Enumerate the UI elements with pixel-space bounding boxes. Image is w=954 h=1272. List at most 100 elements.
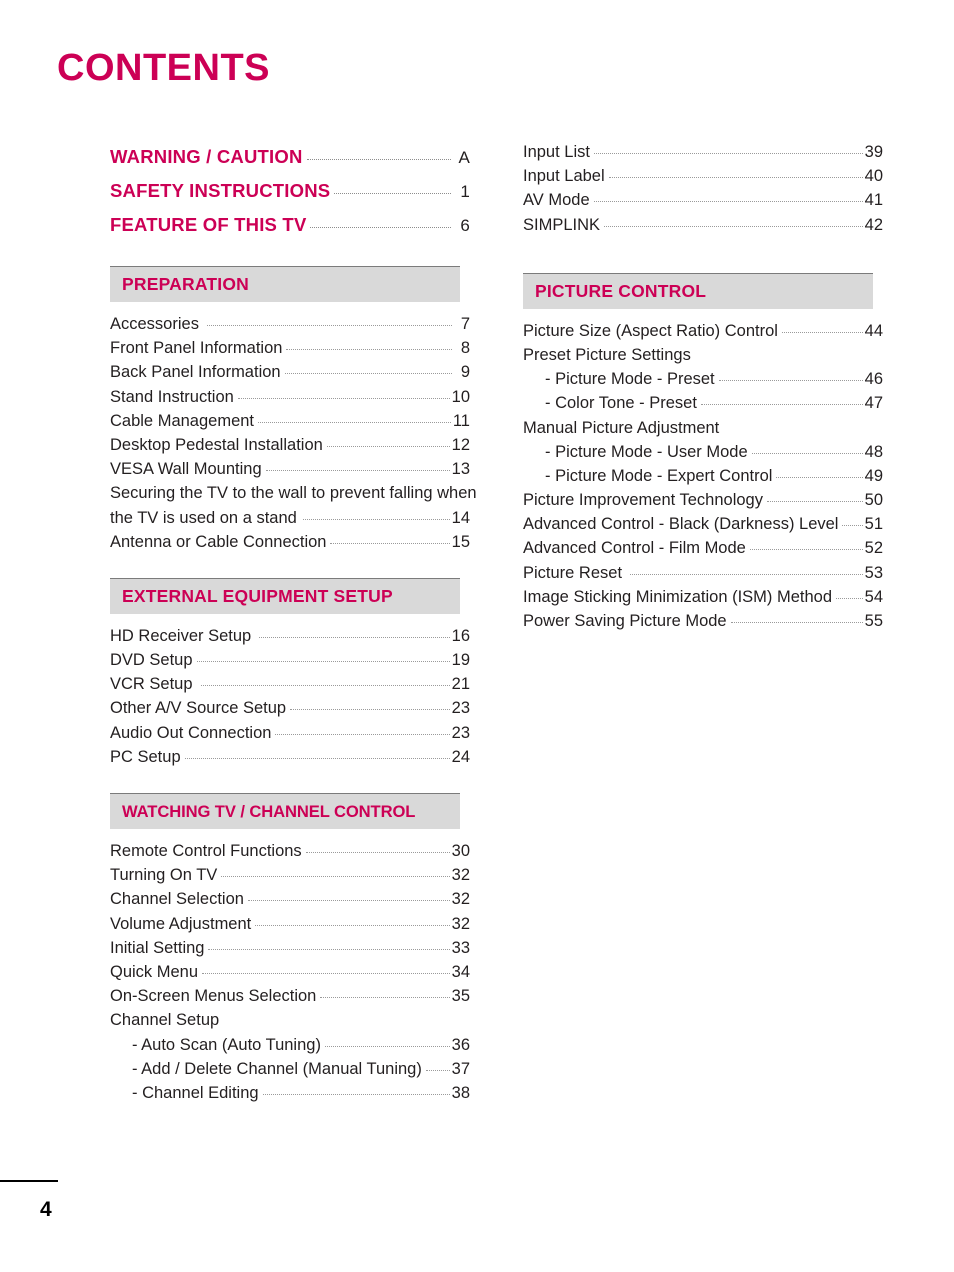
toc-item-label: Other A/V Source Setup [110,699,287,718]
toc-item[interactable]: Quick Menu 34 [110,960,470,984]
toc-item-label: Accessories [110,315,199,333]
toc-item[interactable]: Desktop Pedestal Installation 12 [110,433,470,457]
toc-item[interactable]: Turning On TV 32 [110,863,470,887]
toc-item-page: 41 [864,191,883,210]
toc-item[interactable]: Manual Picture Adjustment [523,416,883,440]
toc-item[interactable]: On-Screen Menus Selection 35 [110,984,470,1008]
section-picture-control: PICTURE CONTROL Picture Size (Aspect Rat… [523,272,883,633]
toc-item[interactable]: Picture Size (Aspect Ratio) Control 44 [523,319,883,343]
toc-entry-label: WARNING / CAUTION [110,146,303,167]
toc-item-label: Securing the TV to the wall to prevent f… [110,484,477,503]
toc-item-page: 30 [451,842,470,861]
section-item-list: Accessories 7 Front Panel Information 8 … [110,312,477,554]
toc-item-label: - Picture Mode - Preset [545,370,715,389]
dot-leader [221,876,450,878]
dot-leader [259,636,450,638]
toc-item-label: - Auto Scan (Auto Tuning) [132,1035,321,1054]
toc-item[interactable]: Initial Setting 33 [110,936,470,960]
toc-item-page: 24 [451,747,470,766]
toc-item-page: 47 [864,394,883,413]
dot-leader [608,177,863,179]
toc-item-label: VESA Wall Mounting [110,460,262,479]
toc-item-page: 16 [451,626,470,645]
toc-item[interactable]: Accessories 7 [110,312,470,336]
toc-item[interactable]: Front Panel Information 8 [110,336,470,360]
toc-item[interactable]: Remote Control Functions 30 [110,839,470,863]
section-watching-tv-channel-control: WATCHING TV / CHANNEL CONTROL Remote Con… [110,793,470,1105]
toc-item[interactable]: VESA Wall Mounting 13 [110,457,470,481]
toc-item[interactable]: HD Receiver Setup 16 [110,624,470,648]
toc-item-page: 10 [451,387,470,406]
toc-item[interactable]: Channel Selection 32 [110,887,470,911]
dot-leader [836,597,863,599]
toc-top-entry[interactable]: SAFETY INSTRUCTIONS 1 [110,174,470,208]
toc-item-label: Turning On TV [110,866,218,885]
dot-leader [334,193,451,194]
toc-item-page: 12 [451,435,470,454]
toc-item-label: - Picture Mode - User Mode [545,442,748,461]
toc-item-label: - Color Tone - Preset [545,394,697,413]
toc-item-page: 48 [864,442,883,461]
toc-top-entry[interactable]: WARNING / CAUTION A [110,140,470,174]
toc-item[interactable]: DVD Setup 19 [110,648,470,672]
toc-item[interactable]: Stand Instruction 10 [110,385,470,409]
toc-subitem[interactable]: - Color Tone - Preset 47 [523,391,883,415]
toc-item[interactable]: Cable Management 11 [110,409,470,433]
toc-item[interactable]: Volume Adjustment 32 [110,912,470,936]
toc-item[interactable]: Preset Picture Settings [523,343,883,367]
dot-leader [202,972,450,974]
toc-subitem[interactable]: - Add / Delete Channel (Manual Tuning) 3… [110,1057,470,1081]
toc-item[interactable]: SIMPLINK 42 [523,213,883,237]
right-column-top-items: Input List 39 Input Label 40 AV Mode 41 … [523,140,883,237]
toc-item-page: 50 [864,491,883,510]
toc-item[interactable]: PC Setup 24 [110,745,470,769]
toc-item[interactable]: Advanced Control - Black (Darkness) Leve… [523,512,883,536]
dot-leader [290,709,450,711]
dot-leader [604,225,863,227]
toc-item[interactable]: Input Label 40 [523,164,883,188]
toc-item[interactable]: Other A/V Source Setup 23 [110,696,470,720]
dot-leader [237,397,450,399]
toc-item[interactable]: AV Mode 41 [523,188,883,212]
toc-item-page: 14 [451,508,470,527]
dot-leader [324,1045,450,1047]
toc-item[interactable]: Back Panel Information 9 [110,360,470,384]
page-title: CONTENTS [57,47,270,89]
toc-item-label: VCR Setup [110,675,193,694]
toc-item-label: Front Panel Information [110,339,283,358]
toc-subitem[interactable]: - Channel Editing 38 [110,1081,470,1105]
toc-item-label: Picture Size (Aspect Ratio) Control [523,321,778,340]
toc-item[interactable]: Power Saving Picture Mode 55 [523,609,883,633]
toc-subitem[interactable]: - Picture Mode - Expert Control 49 [523,464,883,488]
toc-item[interactable]: Input List 39 [523,140,883,164]
toc-item-page: 32 [451,914,470,933]
toc-subitem[interactable]: - Auto Scan (Auto Tuning) 36 [110,1033,470,1057]
dot-leader [302,518,450,520]
toc-item-label: - Picture Mode - Expert Control [545,466,773,485]
toc-item[interactable]: Audio Out Connection 23 [110,721,470,745]
toc-item[interactable]: Antenna or Cable Connection 15 [110,530,470,554]
toc-item-label: SIMPLINK [523,215,601,234]
toc-item[interactable]: Image Sticking Minimization (ISM) Method… [523,585,883,609]
toc-top-entry[interactable]: FEATURE OF THIS TV 6 [110,208,470,242]
toc-item-label: Initial Setting [110,938,205,957]
dot-leader [425,1069,450,1071]
toc-item-page: 35 [451,987,470,1006]
toc-item-wrapped[interactable]: Securing the TV to the wall to prevent f… [110,481,477,529]
toc-item-page: 15 [451,532,470,551]
toc-subitem[interactable]: - Picture Mode - Preset 46 [523,367,883,391]
toc-entry-page: 6 [460,216,470,235]
toc-item[interactable]: Channel Setup [110,1008,470,1032]
toc-item-page: 8 [460,339,470,358]
toc-subitem[interactable]: - Picture Mode - User Mode 48 [523,440,883,464]
toc-item[interactable]: Advanced Control - Film Mode 52 [523,536,883,560]
toc-item[interactable]: Picture Reset 53 [523,561,883,585]
footer-page-number: 4 [40,1198,52,1221]
toc-item[interactable]: Picture Improvement Technology 50 [523,488,883,512]
dot-leader [776,476,863,478]
section-heading: EXTERNAL EQUIPMENT SETUP [110,578,460,614]
toc-item-page: 11 [452,411,470,430]
toc-item[interactable]: VCR Setup 21 [110,672,470,696]
toc-item-label: Antenna or Cable Connection [110,532,327,551]
dot-leader [275,733,450,735]
